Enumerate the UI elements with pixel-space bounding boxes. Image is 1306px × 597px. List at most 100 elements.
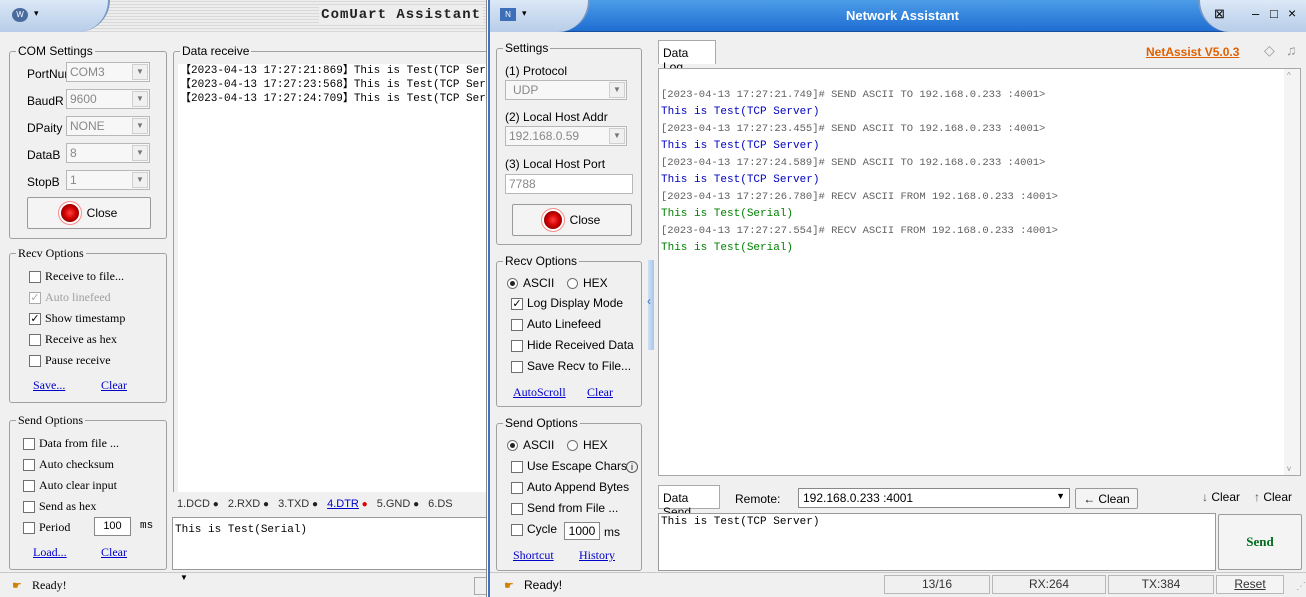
- history-link[interactable]: History: [579, 548, 615, 563]
- status-pane: [474, 577, 486, 595]
- netassist-sysmenu[interactable]: N ▾: [490, 0, 590, 32]
- chevron-left-icon: ‹: [647, 294, 651, 308]
- pin-icon[interactable]: ⊠: [1214, 6, 1225, 22]
- log-scrollbar[interactable]: ^ v: [1284, 69, 1300, 475]
- version-link[interactable]: NetAssist V5.0.3: [1146, 45, 1239, 59]
- period-input[interactable]: 100: [94, 517, 131, 536]
- checkbox[interactable]: [23, 480, 35, 492]
- clear-recv-label: Clear: [1263, 490, 1293, 504]
- log-header-line: [2023-04-13 17:27:24.589]# SEND ASCII TO…: [661, 157, 1046, 169]
- cycle-input[interactable]: 1000: [564, 522, 600, 540]
- scroll-down-icon[interactable]: v: [1287, 464, 1291, 473]
- data-log-area[interactable]: [2023-04-13 17:27:21.749]# SEND ASCII TO…: [658, 68, 1301, 476]
- pin-indicator: 3.TXD ●: [278, 498, 318, 510]
- checkbox[interactable]: [29, 271, 41, 283]
- reset-label: Reset: [1234, 577, 1266, 591]
- recv-clear-link[interactable]: Clear: [587, 385, 613, 400]
- clear-send-button[interactable]: ↓ Clear: [1202, 490, 1240, 504]
- bell-icon[interactable]: ♫: [1286, 42, 1297, 58]
- checkbox[interactable]: [511, 524, 523, 536]
- recv-ascii-radio[interactable]: [507, 278, 518, 289]
- checkbox[interactable]: [511, 361, 523, 373]
- save-link[interactable]: Save...: [33, 378, 65, 393]
- serial-send-input[interactable]: This is Test(Serial): [172, 517, 486, 570]
- info-icon[interactable]: i: [626, 461, 638, 473]
- pin-dot-icon: ●: [260, 499, 270, 510]
- remote-label: Remote:: [735, 492, 781, 506]
- com-setting-select[interactable]: 9600 ▼: [66, 89, 150, 109]
- diamond-icon[interactable]: ◇: [1264, 42, 1275, 59]
- port-input[interactable]: 7788: [505, 174, 633, 194]
- panel-splitter[interactable]: ‹: [647, 260, 654, 350]
- clean-button[interactable]: ← Clean: [1075, 488, 1138, 509]
- pin-label: 3.TXD: [278, 498, 310, 510]
- protocol-value: UDP: [513, 83, 539, 97]
- com-setting-select[interactable]: COM3 ▼: [66, 62, 150, 82]
- pin-indicator: 1.DCD ●: [177, 498, 219, 510]
- shortcut-link[interactable]: Shortcut: [513, 548, 554, 563]
- arrow-left-icon: ←: [1083, 491, 1096, 506]
- remote-select[interactable]: 192.168.0.233 :4001 ▼: [798, 488, 1070, 508]
- send-clear-link[interactable]: Clear: [101, 545, 127, 560]
- serial-send-text: This is Test(Serial): [175, 524, 308, 536]
- checkbox[interactable]: ✓: [29, 292, 41, 304]
- checkbox[interactable]: ✓: [29, 313, 41, 325]
- recv-ascii-label: ASCII: [523, 276, 555, 290]
- load-link[interactable]: Load...: [33, 545, 67, 560]
- checkbox[interactable]: [23, 522, 35, 534]
- checkbox-label: Period: [39, 520, 71, 534]
- checkbox[interactable]: [511, 319, 523, 331]
- app-icon: N: [500, 8, 516, 21]
- com-setting-select[interactable]: 8 ▼: [66, 143, 150, 163]
- recv-hex-radio[interactable]: [567, 278, 578, 289]
- chevron-down-icon: ▼: [132, 91, 148, 107]
- checkbox[interactable]: [23, 459, 35, 471]
- autoscroll-link[interactable]: AutoScroll: [513, 385, 566, 400]
- checkbox[interactable]: [511, 340, 523, 352]
- recv-clear-link[interactable]: Clear: [101, 378, 127, 393]
- recv-options-legend: Recv Options: [16, 246, 86, 260]
- reset-button[interactable]: Reset: [1216, 575, 1284, 594]
- protocol-select[interactable]: UDP ▼: [505, 80, 627, 100]
- com-setting-select[interactable]: NONE ▼: [66, 116, 150, 136]
- close-icon[interactable]: ×: [1288, 5, 1296, 21]
- comuart-sysmenu[interactable]: W ▾: [0, 0, 110, 32]
- clear-recv-button[interactable]: ↑ Clear: [1254, 490, 1292, 504]
- comuart-titlebar[interactable]: W ▾ ComUart Assistant: [0, 0, 486, 32]
- resize-grip-icon[interactable]: ⋰: [1296, 581, 1306, 592]
- checkbox[interactable]: [23, 501, 35, 513]
- com-setting-label: BaudR: [27, 94, 64, 108]
- com-setting-value: 8: [70, 146, 77, 160]
- minimize-icon[interactable]: –: [1252, 6, 1259, 21]
- chevron-down-icon: ▾: [34, 8, 39, 18]
- pin-indicator[interactable]: 4.DTR ●: [327, 498, 368, 510]
- checkbox[interactable]: [29, 334, 41, 346]
- checkbox[interactable]: [29, 355, 41, 367]
- netassist-titlebar[interactable]: N ▾ Network Assistant ⊠ – □ ×: [490, 0, 1306, 32]
- checkbox[interactable]: [23, 438, 35, 450]
- pin-indicator: 5.GND ●: [377, 498, 419, 510]
- pin-indicator: 2.RXD ●: [228, 498, 269, 510]
- scroll-up-icon[interactable]: ^: [1287, 71, 1291, 80]
- comuart-close-button[interactable]: Close: [27, 197, 151, 229]
- tab-data-send[interactable]: Data Send: [658, 485, 720, 519]
- data-receive-area[interactable]: 【2023-04-13 17:27:21:869】This is Test(TC…: [178, 64, 486, 508]
- send-hex-radio[interactable]: [567, 440, 578, 451]
- send-button[interactable]: Send: [1218, 514, 1302, 570]
- checkbox-label: Auto checksum: [39, 457, 114, 471]
- tab-data-log[interactable]: Data Log: [658, 40, 716, 74]
- send-ascii-label: ASCII: [523, 438, 555, 452]
- checkbox[interactable]: ✓: [511, 298, 523, 310]
- net-close-button[interactable]: Close: [512, 204, 632, 236]
- pin-status-bar: 1.DCD ● 2.RXD ● 3.TXD ● 4.DTR ● 5.GND ● 6.DS: [173, 492, 486, 512]
- maximize-icon[interactable]: □: [1270, 6, 1278, 21]
- com-setting-select[interactable]: 1 ▼: [66, 170, 150, 190]
- pin-label: 6.DS: [428, 498, 453, 510]
- checkbox[interactable]: [511, 461, 523, 473]
- net-send-input[interactable]: This is Test(TCP Server): [658, 513, 1216, 571]
- host-select[interactable]: 192.168.0.59 ▼: [505, 126, 627, 146]
- log-message-line: This is Test(Serial): [661, 208, 794, 220]
- send-ascii-radio[interactable]: [507, 440, 518, 451]
- checkbox[interactable]: [511, 503, 523, 515]
- checkbox[interactable]: [511, 482, 523, 494]
